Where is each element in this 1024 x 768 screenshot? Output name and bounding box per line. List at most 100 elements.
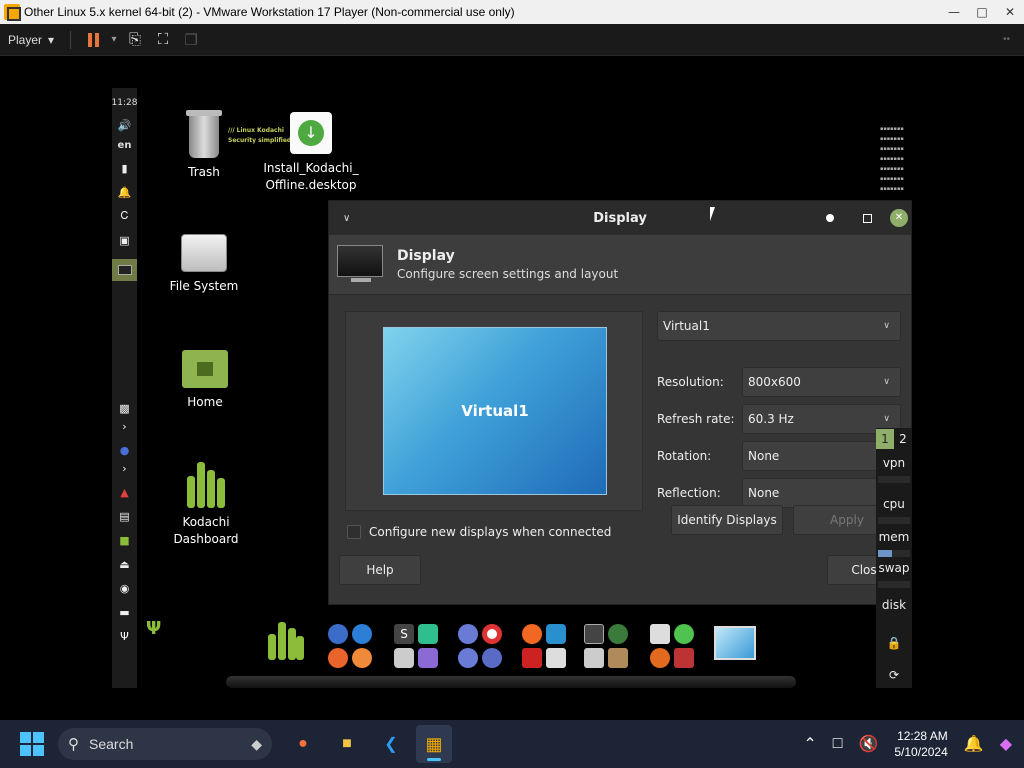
send-ctrl-alt-del-button[interactable]: ⎘ [121, 27, 149, 53]
identify-displays-button[interactable]: Identify Displays [671, 505, 783, 535]
minimize-button[interactable] [821, 209, 839, 227]
desktop-icon-trash[interactable]: Trash [154, 110, 254, 181]
dock-shelf [226, 676, 796, 688]
notification-bell-icon[interactable]: 🔔 [118, 185, 132, 199]
firefox-taskbar-icon[interactable]: ● [290, 731, 316, 757]
folder-icon[interactable]: ■ [118, 533, 132, 547]
display-settings-dock-icon[interactable] [714, 626, 756, 660]
workspace-1[interactable]: 1 [876, 429, 894, 449]
system-tray: ⌃ □ 🔇 12:28 AM 5/10/2024 🔔 ◆ [803, 728, 1012, 760]
s-app-icon[interactable]: S [394, 624, 414, 644]
package-icon[interactable] [608, 648, 628, 668]
terminal-icon[interactable]: ▩ [118, 401, 132, 415]
pause-dropdown-button[interactable]: ▾ [107, 27, 121, 53]
battery-icon[interactable]: ▮ [118, 161, 132, 175]
taskbar-clock[interactable]: 12:28 AM 5/10/2024 [894, 728, 947, 760]
vscode-icon[interactable]: ❮ [378, 731, 404, 757]
chevron-down-icon[interactable]: ∨ [343, 213, 350, 224]
clock-date: 5/10/2024 [894, 745, 948, 759]
mute-icon[interactable]: 🔇 [858, 734, 878, 754]
minimize-button[interactable]: — [940, 0, 968, 24]
volume-icon[interactable]: 🔊 [118, 118, 132, 132]
monitor-preview[interactable]: Virtual1 [383, 327, 607, 495]
file-explorer-icon[interactable]: ■ [334, 731, 360, 757]
lock-icon[interactable]: 🔒 [876, 634, 912, 652]
cpu-bar [878, 517, 910, 524]
network-icon[interactable]: □ [833, 735, 843, 753]
network-globe-2-icon[interactable] [458, 648, 478, 668]
graph-icon[interactable]: ▲ [118, 485, 132, 499]
application-dock: S [226, 618, 796, 688]
fullscreen-button[interactable]: ⛶ [149, 27, 177, 53]
workspace-switcher: 1 2 [876, 428, 912, 450]
usb-icon[interactable] [674, 648, 694, 668]
cpu-monitor[interactable]: cpu [876, 495, 912, 513]
sync-icon[interactable] [418, 624, 438, 644]
firefox-icon[interactable]: ● [118, 443, 132, 457]
kodachi-dock-icon[interactable] [266, 620, 306, 660]
eject-icon[interactable]: ⏏ [118, 557, 132, 571]
radiation-icon[interactable] [650, 648, 670, 668]
vmware-taskbar-icon[interactable]: ▦ [416, 725, 452, 763]
notification-bell-icon[interactable]: 🔔 [964, 734, 984, 754]
mem-monitor[interactable]: mem [876, 528, 912, 546]
checkbox-box[interactable] [347, 525, 361, 539]
keyboard-layout[interactable]: en [118, 140, 132, 151]
clipboard-icon[interactable]: ▣ [118, 233, 132, 247]
monero-icon[interactable] [522, 624, 542, 644]
desktop-icon-kodachi-dashboard[interactable]: Kodachi Dashboard [156, 460, 256, 548]
biohazard-icon[interactable] [674, 624, 694, 644]
clipboard-manager-icon[interactable]: ▤ [118, 509, 132, 523]
globe-icon[interactable] [352, 624, 372, 644]
copilot-icon[interactable]: ◆ [1000, 734, 1012, 754]
player-menu[interactable]: Player ▾ [0, 33, 62, 47]
atom-icon[interactable] [546, 624, 566, 644]
chevron-right-icon[interactable]: › [118, 461, 132, 475]
desktop-icon-file-system[interactable]: File System [154, 234, 254, 295]
swap-monitor[interactable]: swap [876, 559, 912, 577]
mask-icon[interactable] [394, 648, 414, 668]
taskbar-display-window[interactable] [112, 259, 137, 281]
close-button[interactable]: ✕ [996, 0, 1024, 24]
guest-screen[interactable]: 11:28 🔊 en ▮ 🔔 Ꮯ ▣ ▩ › ● › ▲ ▤ ■ ⏏ ◉ ▬ Ψ… [112, 88, 912, 688]
configure-new-displays-checkbox[interactable]: Configure new displays when connected [347, 525, 611, 539]
search-box[interactable]: ⚲ Search ◆ [58, 728, 272, 760]
maximize-button[interactable]: □ [968, 0, 996, 24]
browser-icon[interactable] [328, 624, 348, 644]
unity-button[interactable]: ❐ [177, 27, 205, 53]
chevron-down-icon: ∨ [883, 377, 890, 387]
start-button[interactable] [20, 732, 44, 756]
calculator-icon[interactable] [584, 648, 604, 668]
network-globe-3-icon[interactable] [482, 648, 502, 668]
desktop-icon-install-kodachi[interactable]: ↓ Install_Kodachi_ Offline.desktop [261, 112, 361, 194]
close-button[interactable]: ✕ [890, 209, 908, 227]
firefox-icon[interactable] [328, 648, 348, 668]
vpn-monitor[interactable]: vpn [876, 454, 912, 472]
lock-app-icon[interactable] [418, 648, 438, 668]
desktop-icon-home[interactable]: Home [155, 350, 255, 411]
chevron-right-icon[interactable]: › [118, 419, 132, 433]
bluetooth-icon[interactable]: Ꮯ [118, 209, 132, 223]
firefox-alt-icon[interactable] [352, 648, 372, 668]
rotation-value: None [748, 449, 780, 463]
workspace-2[interactable]: 2 [894, 429, 912, 449]
drive-icon[interactable]: ▬ [118, 605, 132, 619]
swap-bar [878, 581, 910, 588]
record-icon[interactable] [482, 624, 502, 644]
network-globe-icon[interactable] [458, 624, 478, 644]
drive-icon[interactable] [650, 624, 670, 644]
restart-icon[interactable]: ⟳ [876, 666, 912, 684]
resolution-select[interactable]: 800x600 ∨ [742, 367, 901, 397]
maximize-button[interactable] [858, 209, 876, 227]
disk-save-icon[interactable] [546, 648, 566, 668]
filezilla-icon[interactable] [522, 648, 542, 668]
chevron-up-icon[interactable]: ⌃ [803, 734, 816, 754]
pause-button[interactable] [79, 27, 107, 53]
kodachi-icon[interactable]: Ψ [118, 629, 132, 643]
disk-monitor[interactable]: disk [876, 596, 912, 614]
system-monitor-icon[interactable] [584, 624, 604, 644]
output-select[interactable]: Virtual1 ∨ [657, 311, 901, 341]
globe-icon[interactable]: ◉ [118, 581, 132, 595]
help-button[interactable]: Help [339, 555, 421, 585]
gauge-icon[interactable] [608, 624, 628, 644]
